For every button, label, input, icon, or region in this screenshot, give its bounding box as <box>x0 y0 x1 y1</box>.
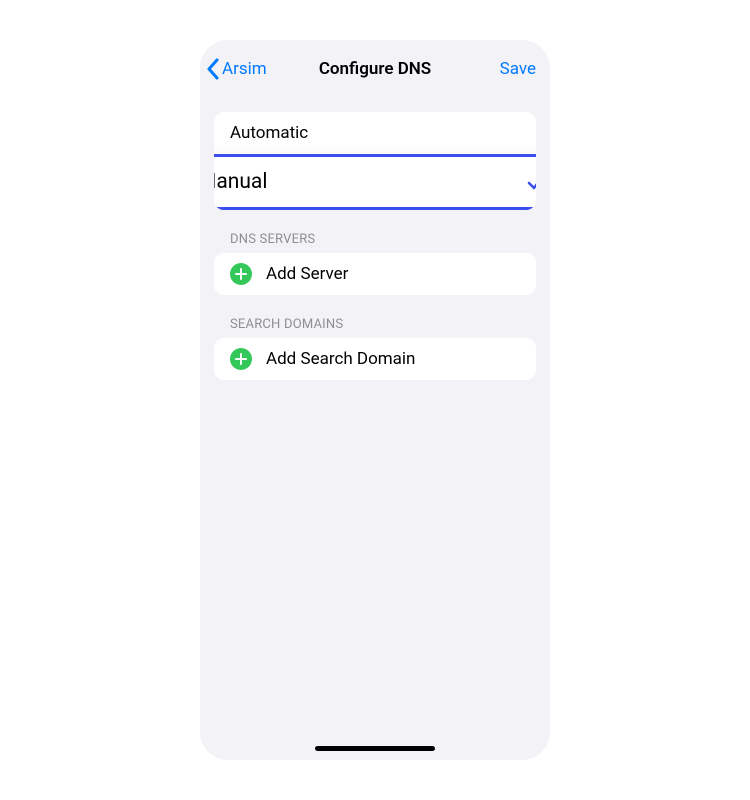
dns-servers-header: DNS SERVERS <box>200 210 550 253</box>
back-button[interactable]: Arsim <box>206 58 267 80</box>
search-domains-group: Add Search Domain <box>214 338 536 380</box>
save-button[interactable]: Save <box>500 59 536 79</box>
add-search-domain-button[interactable]: Add Search Domain <box>214 338 536 380</box>
page-title: Configure DNS <box>319 59 431 79</box>
dns-servers-group: Add Server <box>214 253 536 295</box>
chevron-left-icon <box>206 58 220 80</box>
option-automatic-label: Automatic <box>230 123 308 143</box>
option-manual-highlight: Manual <box>214 154 536 210</box>
option-manual-label: Manual <box>214 170 267 194</box>
plus-icon <box>230 263 252 285</box>
dns-mode-group: Automatic Manual <box>214 112 536 210</box>
checkmark-icon <box>526 172 536 192</box>
option-automatic[interactable]: Automatic <box>214 112 536 155</box>
option-manual[interactable]: Manual <box>214 154 536 210</box>
plus-icon <box>230 348 252 370</box>
add-server-label: Add Server <box>266 264 348 284</box>
add-server-button[interactable]: Add Server <box>214 253 536 295</box>
phone-screen: Arsim Configure DNS Save Automatic Manua… <box>200 40 550 760</box>
search-domains-header: SEARCH DOMAINS <box>200 295 550 338</box>
add-search-domain-label: Add Search Domain <box>266 349 415 369</box>
back-label: Arsim <box>222 59 267 79</box>
header-bar: Arsim Configure DNS Save <box>200 40 550 98</box>
home-indicator[interactable] <box>315 746 435 751</box>
